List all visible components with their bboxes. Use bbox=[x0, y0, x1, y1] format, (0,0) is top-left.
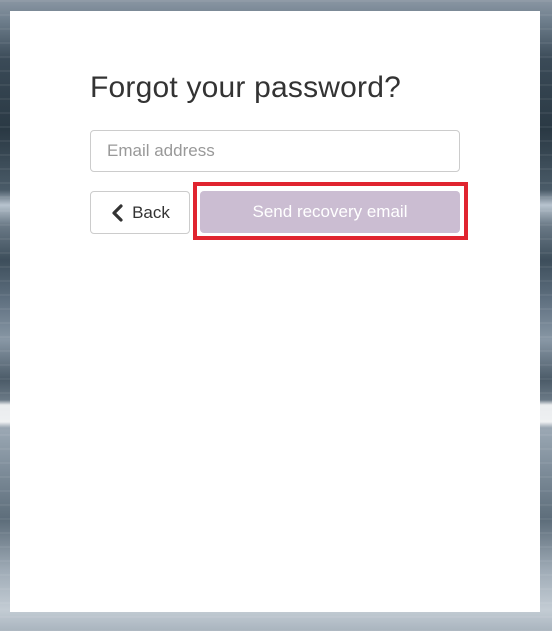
back-button[interactable]: Back bbox=[90, 191, 190, 234]
chevron-left-icon bbox=[110, 203, 124, 222]
page-title: Forgot your password? bbox=[90, 71, 402, 104]
send-recovery-email-button[interactable]: Send recovery email bbox=[200, 191, 460, 233]
forgot-password-card: Forgot your password? Back Send recovery… bbox=[10, 11, 540, 612]
back-button-label: Back bbox=[132, 202, 170, 222]
email-field[interactable] bbox=[90, 130, 460, 172]
